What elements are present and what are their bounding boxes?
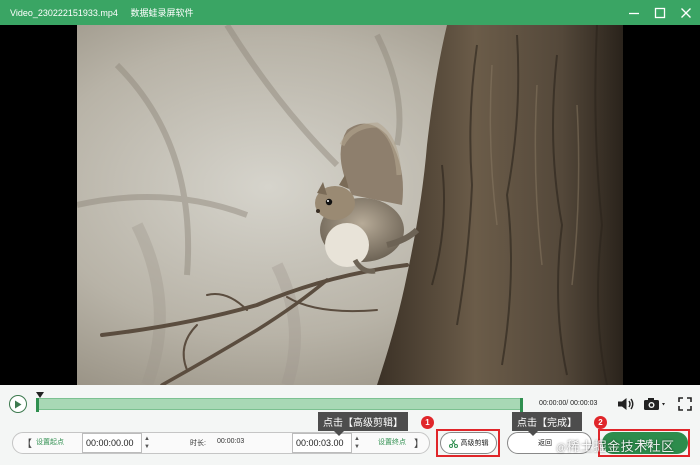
camera-icon[interactable] xyxy=(641,395,669,413)
window-title: Video_230222151933.mp4 数据蛙录屏软件 xyxy=(0,6,203,19)
trim-end-handle[interactable] xyxy=(520,398,523,412)
title-bar: Video_230222151933.mp4 数据蛙录屏软件 xyxy=(0,0,700,25)
left-bracket: 【 xyxy=(22,439,32,450)
watermark: @稀土掘金技术社区 xyxy=(556,436,675,455)
play-button[interactable] xyxy=(9,395,27,413)
end-time-stepper[interactable]: ▲ ▼ xyxy=(352,433,362,453)
watermark-text: 稀土掘金技术社区 xyxy=(566,439,675,454)
set-start-button[interactable]: 设置起点 xyxy=(36,437,64,447)
close-icon[interactable] xyxy=(678,5,694,21)
video-filename: Video_230222151933.mp4 xyxy=(10,8,118,18)
video-frame-squirrel xyxy=(77,25,623,385)
tooltip-arrow xyxy=(334,431,344,436)
right-bracket: 】 xyxy=(414,439,424,450)
app-window: Video_230222151933.mp4 数据蛙录屏软件 00:00:00/… xyxy=(0,0,700,465)
start-time-stepper[interactable]: ▲ ▼ xyxy=(142,433,152,453)
step-badge-2: 2 xyxy=(594,416,607,429)
time-readout: 00:00:00/ 00:00:03 xyxy=(539,400,598,407)
watermark-at: @ xyxy=(556,443,567,454)
play-icon xyxy=(15,400,22,408)
timeline-track[interactable] xyxy=(36,392,523,412)
tooltip-step-1: 点击【高级剪辑】 xyxy=(318,412,408,436)
fullscreen-icon[interactable] xyxy=(676,395,694,413)
maximize-icon[interactable] xyxy=(652,5,668,21)
minimize-icon[interactable] xyxy=(626,5,642,21)
chevron-down-icon[interactable]: ▼ xyxy=(144,443,150,451)
video-preview[interactable] xyxy=(0,25,700,385)
tooltip-step-2: 点击【完成】 xyxy=(512,412,582,436)
duration-value: 00:00:03 xyxy=(217,438,245,445)
volume-icon[interactable] xyxy=(616,395,636,413)
set-end-button[interactable]: 设置终点 xyxy=(378,437,406,447)
control-panel: 00:00:00/ 00:00:03 【 设置起点 00:00:00.00 ▲ ▼… xyxy=(0,385,700,465)
chevron-up-icon[interactable]: ▲ xyxy=(354,435,360,443)
back-label: 返回 xyxy=(538,440,552,447)
chevron-up-icon[interactable]: ▲ xyxy=(144,435,150,443)
tooltip-step-2-text: 点击【完成】 xyxy=(517,418,577,429)
start-time-input[interactable]: 00:00:00.00 xyxy=(82,433,142,453)
end-time-input[interactable]: 00:00:03.00 xyxy=(292,433,352,453)
step-badge-1: 1 xyxy=(421,416,434,429)
window-controls xyxy=(626,0,694,25)
highlight-advanced-edit xyxy=(436,429,500,457)
trim-start-handle[interactable] xyxy=(36,398,39,412)
tooltip-arrow xyxy=(528,431,538,436)
tooltip-step-1-text: 点击【高级剪辑】 xyxy=(323,418,403,429)
duration-label: 时长: xyxy=(190,440,206,447)
chevron-down-icon[interactable]: ▼ xyxy=(354,443,360,451)
app-name: 数据蛙录屏软件 xyxy=(130,8,194,18)
